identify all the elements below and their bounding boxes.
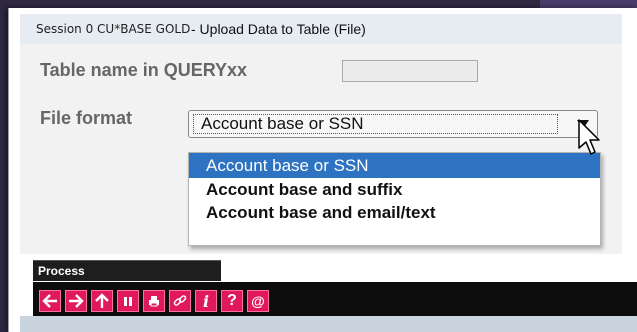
window-title: - Upload Data to Table (File) <box>191 21 366 37</box>
email-icon[interactable]: @ <box>247 290 269 312</box>
info-icon[interactable]: i <box>195 290 217 312</box>
help-icon[interactable]: ? <box>221 290 243 312</box>
process-label: Process <box>38 264 85 278</box>
file-format-options-list: Account base or SSN Account base and suf… <box>188 152 601 246</box>
file-format-selected-value: Account base or SSN <box>201 114 364 133</box>
option-account-base-and-email-text[interactable]: Account base and email/text <box>189 201 600 224</box>
bottom-strip <box>20 316 637 332</box>
pause-icon[interactable] <box>117 290 139 312</box>
session-label: Session 0 CU*BASE GOLD <box>36 22 191 36</box>
option-account-base-and-suffix[interactable]: Account base and suffix <box>189 178 600 201</box>
title-bar: Session 0 CU*BASE GOLD - Upload Data to … <box>20 14 622 45</box>
table-name-input[interactable] <box>342 60 478 82</box>
file-format-label: File format <box>40 108 133 128</box>
file-format-select[interactable]: Account base or SSN <box>188 110 598 138</box>
option-account-base-or-ssn[interactable]: Account base or SSN <box>189 153 600 178</box>
forward-icon[interactable] <box>65 290 87 312</box>
up-icon[interactable] <box>91 290 113 312</box>
back-icon[interactable] <box>39 290 61 312</box>
table-name-label: Table name in QUERYxx <box>40 60 248 80</box>
process-tab[interactable]: Process <box>33 260 221 281</box>
link-icon[interactable] <box>169 290 191 312</box>
print-icon[interactable] <box>143 290 165 312</box>
process-toolbar: i ? @ <box>33 282 637 316</box>
mouse-cursor-icon <box>578 119 600 155</box>
